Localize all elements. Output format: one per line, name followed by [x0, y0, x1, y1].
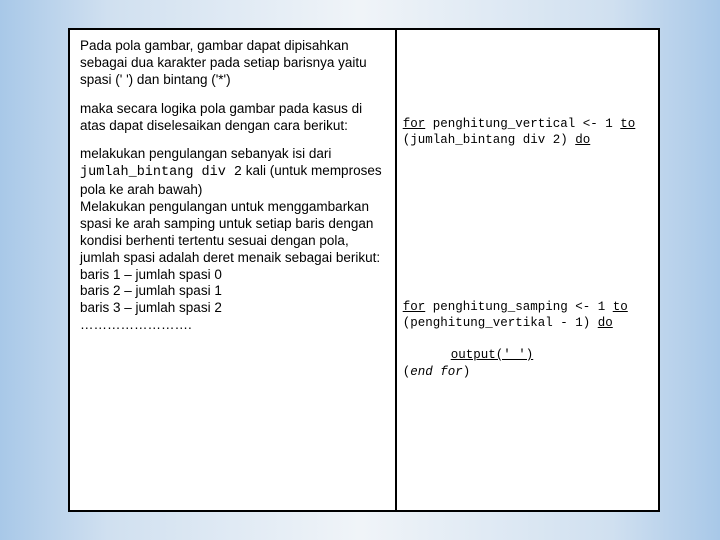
b1-l2: (jumlah_bintang div 2)	[403, 133, 576, 147]
b1-mid: penghitung_vertical <- 1	[425, 117, 620, 131]
paragraph-4: Melakukan pengulangan untuk menggambarka…	[80, 199, 385, 267]
kw-to-2: to	[613, 300, 628, 314]
code-b2-end: (end for)	[403, 364, 652, 380]
kw-do-2: do	[598, 316, 613, 330]
line-dots: …………………….	[80, 317, 385, 334]
paragraph-3: melakukan pengulangan sebanyak isi dari …	[80, 146, 385, 199]
line-baris-2: baris 2 – jumlah spasi 1	[80, 283, 385, 300]
code-b2-line1: for penghitung_samping <- 1 to	[403, 299, 652, 315]
code-b1-line2: (jumlah_bintang div 2) do	[403, 132, 652, 148]
line-baris-1: baris 1 – jumlah spasi 0	[80, 267, 385, 284]
paragraph-1: Pada pola gambar, gambar dapat dipisahka…	[80, 38, 385, 89]
b2-l2: (penghitung_vertikal - 1)	[403, 316, 598, 330]
p3-part-a: melakukan pengulangan sebanyak isi dari	[80, 146, 331, 161]
kw-to: to	[620, 117, 635, 131]
kw-output: output(' ')	[451, 348, 534, 362]
code-b2-line2: (penghitung_vertikal - 1) do	[403, 315, 652, 331]
code-b2-output: output(' ')	[403, 347, 652, 363]
blank-line	[403, 331, 652, 347]
end-italic: end for	[410, 365, 463, 379]
code-b1-line1: for penghitung_vertical <- 1 to	[403, 116, 652, 132]
paragraph-2: maka secara logika pola gambar pada kasu…	[80, 101, 385, 135]
kw-for: for	[403, 117, 426, 131]
kw-for-2: for	[403, 300, 426, 314]
code-block-1: for penghitung_vertical <- 1 to (jumlah_…	[403, 116, 652, 149]
kw-do: do	[575, 133, 590, 147]
content-frame: Pada pola gambar, gambar dapat dipisahka…	[68, 28, 660, 512]
code-block-2: for penghitung_samping <- 1 to (penghitu…	[403, 299, 652, 380]
left-column: Pada pola gambar, gambar dapat dipisahka…	[70, 30, 397, 510]
right-column: for penghitung_vertical <- 1 to (jumlah_…	[397, 30, 658, 510]
line-baris-3: baris 3 – jumlah spasi 2	[80, 300, 385, 317]
b2-mid: penghitung_samping <- 1	[425, 300, 613, 314]
end-close: )	[463, 365, 471, 379]
p3-code: jumlah_bintang div 2	[80, 165, 242, 180]
